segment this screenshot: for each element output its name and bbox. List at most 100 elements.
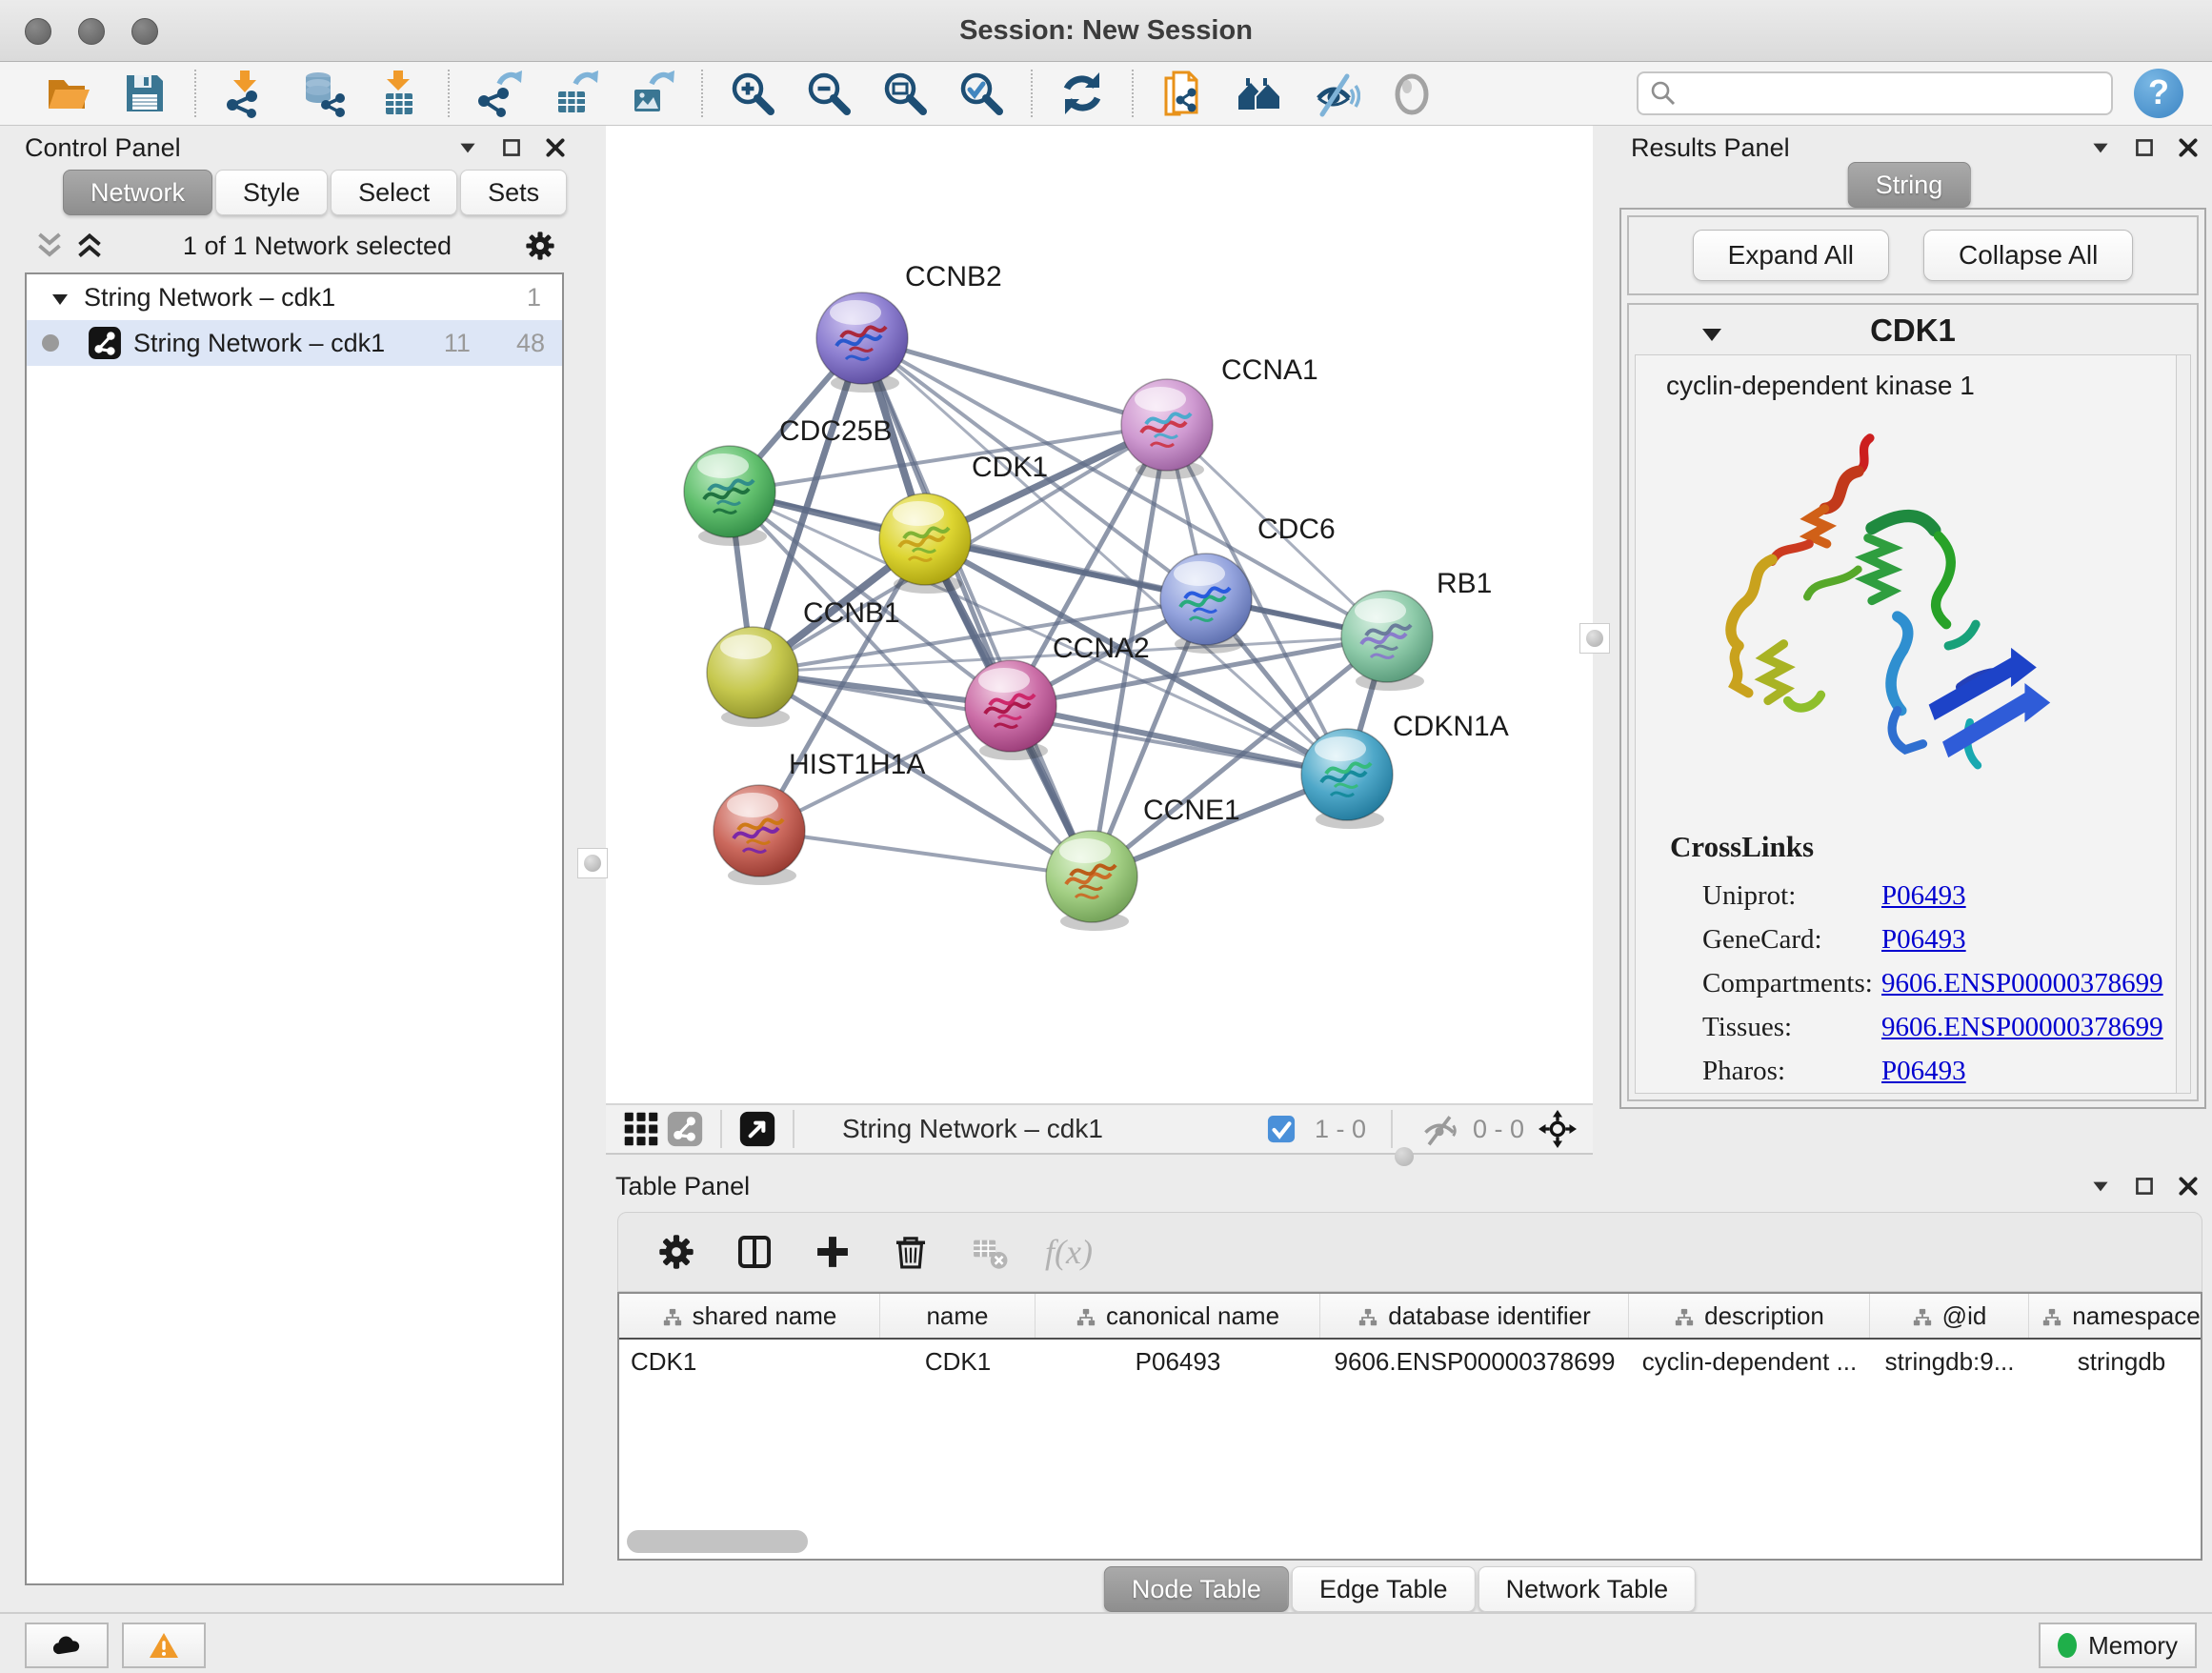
column-header-name[interactable]: name	[880, 1294, 1036, 1338]
right-splitter-handle[interactable]	[1579, 623, 1610, 654]
close-panel-icon[interactable]	[543, 135, 568, 160]
network-collection-row[interactable]: String Network – cdk1 1	[27, 274, 562, 320]
close-panel-icon[interactable]	[2176, 1174, 2201, 1199]
column-header-database-identifier[interactable]: database identifier	[1320, 1294, 1629, 1338]
crosslink-value[interactable]: 9606.ENSP00000378699	[1881, 968, 2163, 999]
zoom-in-icon[interactable]	[728, 69, 777, 118]
network-node-RB1[interactable]	[1341, 591, 1433, 691]
results-scrollbar[interactable]	[2176, 355, 2190, 1093]
open-session-icon[interactable]	[44, 69, 93, 118]
import-network-icon[interactable]	[221, 69, 271, 118]
close-panel-icon[interactable]	[2176, 135, 2201, 160]
column-header-shared-name[interactable]: shared name	[619, 1294, 880, 1338]
search-field[interactable]	[1637, 71, 2113, 115]
column-header-namespace[interactable]: namespace	[2029, 1294, 2202, 1338]
network-row-selected[interactable]: String Network – cdk1 11 48	[27, 320, 562, 366]
table-settings-icon[interactable]	[654, 1230, 698, 1274]
control-panel: Control Panel NetworkStyleSelectSets 1 o…	[0, 126, 579, 1612]
save-session-icon[interactable]	[120, 69, 170, 118]
cloud-status-button[interactable]	[25, 1623, 109, 1668]
export-image-icon[interactable]	[627, 69, 676, 118]
network-node-CCNA1[interactable]	[1121, 379, 1213, 479]
gene-section-header[interactable]: CDK1	[1629, 305, 2197, 354]
network-node-CDC25B[interactable]	[684, 446, 775, 546]
warnings-button[interactable]	[122, 1623, 206, 1668]
table-row[interactable]: CDK1CDK1P064939606.ENSP00000378699cyclin…	[619, 1340, 2201, 1383]
left-splitter-handle[interactable]	[577, 848, 608, 878]
expand-all-button[interactable]: Expand All	[1693, 230, 1889, 281]
crosslink-value[interactable]: 9606.ENSP00000378699	[1881, 1012, 2163, 1043]
search-input[interactable]	[1637, 71, 2113, 115]
panel-menu-icon[interactable]	[2088, 1174, 2113, 1199]
network-options-gear-icon[interactable]	[522, 228, 558, 264]
zoom-fit-icon[interactable]	[880, 69, 930, 118]
tab-node-table[interactable]: Node Table	[1104, 1566, 1289, 1612]
cloud-icon	[50, 1631, 83, 1660]
selected-checkbox-icon[interactable]	[1259, 1107, 1303, 1151]
tab-style[interactable]: Style	[215, 170, 328, 215]
zoom-out-icon[interactable]	[804, 69, 854, 118]
show-preview-icon[interactable]	[1387, 69, 1437, 118]
crosslink-value[interactable]: P06493	[1881, 1056, 1966, 1087]
panel-menu-icon[interactable]	[2088, 135, 2113, 160]
function-builder-icon[interactable]: f(x)	[1045, 1232, 1093, 1272]
network-tree: String Network – cdk1 1 String Network –…	[25, 272, 564, 1585]
network-status-dot	[42, 334, 59, 352]
column-type-icon	[2041, 1305, 2062, 1326]
open-in-window-icon[interactable]	[735, 1107, 779, 1151]
expand-all-icon[interactable]	[72, 229, 107, 263]
zoom-selected-icon[interactable]	[956, 69, 1006, 118]
crosshair-icon[interactable]	[1536, 1107, 1579, 1151]
window-title: Session: New Session	[0, 0, 2212, 61]
memory-button[interactable]: Memory	[2039, 1623, 2197, 1668]
import-table-icon[interactable]	[373, 69, 423, 118]
node-label: RB1	[1437, 568, 1492, 599]
network-view-canvas[interactable]: CCNB2CCNA1CDC25BCDK1CDC6RB1CCNB1CCNA2CDK…	[606, 126, 1593, 1103]
network-node-CCNB1[interactable]	[707, 627, 798, 727]
panel-menu-icon[interactable]	[455, 135, 480, 160]
bottom-splitter-handle[interactable]	[1395, 1147, 1414, 1166]
node-label: CDC6	[1257, 514, 1336, 545]
column-header-canonical-name[interactable]: canonical name	[1036, 1294, 1320, 1338]
float-panel-icon[interactable]	[2132, 1174, 2157, 1199]
string-home-icon[interactable]	[1235, 69, 1284, 118]
tab-network-table[interactable]: Network Table	[1478, 1566, 1697, 1612]
crosslink-value[interactable]: P06493	[1881, 880, 1966, 912]
tab-select[interactable]: Select	[331, 170, 457, 215]
tab-string[interactable]: String	[1848, 162, 1971, 208]
tab-network[interactable]: Network	[63, 170, 212, 215]
float-panel-icon[interactable]	[2132, 135, 2157, 160]
collection-expand-icon[interactable]	[50, 287, 70, 308]
import-database-icon[interactable]	[297, 69, 347, 118]
string-import-icon[interactable]	[1158, 69, 1208, 118]
clear-table-icon[interactable]	[967, 1230, 1011, 1274]
help-icon[interactable]: ?	[2134, 69, 2183, 118]
refresh-layout-icon[interactable]	[1057, 69, 1107, 118]
horizontal-scrollbar-thumb[interactable]	[627, 1530, 808, 1553]
network-node-HIST1H1A[interactable]	[714, 785, 805, 885]
export-network-icon[interactable]	[474, 69, 524, 118]
crosslink-value[interactable]: P06493	[1881, 924, 1966, 956]
column-header-@id[interactable]: @id	[1870, 1294, 2029, 1338]
table-header-row: shared namenamecanonical namedatabase id…	[619, 1294, 2201, 1340]
float-panel-icon[interactable]	[499, 135, 524, 160]
hide-glasses-icon[interactable]	[1311, 69, 1360, 118]
delete-column-icon[interactable]	[889, 1230, 933, 1274]
export-table-icon[interactable]	[551, 69, 600, 118]
split-columns-icon[interactable]	[733, 1230, 776, 1274]
network-node-CCNE1[interactable]	[1046, 831, 1137, 931]
network-node-CDKN1A[interactable]	[1301, 729, 1393, 829]
titlebar: Session: New Session	[0, 0, 2212, 62]
hidden-eye-icon[interactable]	[1418, 1107, 1461, 1151]
tab-sets[interactable]: Sets	[460, 170, 567, 215]
column-header-description[interactable]: description	[1629, 1294, 1870, 1338]
warning-icon	[148, 1631, 180, 1660]
tab-edge-table[interactable]: Edge Table	[1292, 1566, 1476, 1612]
collapse-all-icon[interactable]	[32, 229, 67, 263]
string-view-icon[interactable]	[663, 1107, 707, 1151]
network-node-CCNA2[interactable]	[965, 660, 1056, 760]
grid-view-icon[interactable]	[619, 1107, 663, 1151]
add-column-icon[interactable]	[811, 1230, 855, 1274]
collapse-all-button[interactable]: Collapse All	[1923, 230, 2133, 281]
node-label: CCNE1	[1143, 795, 1240, 826]
